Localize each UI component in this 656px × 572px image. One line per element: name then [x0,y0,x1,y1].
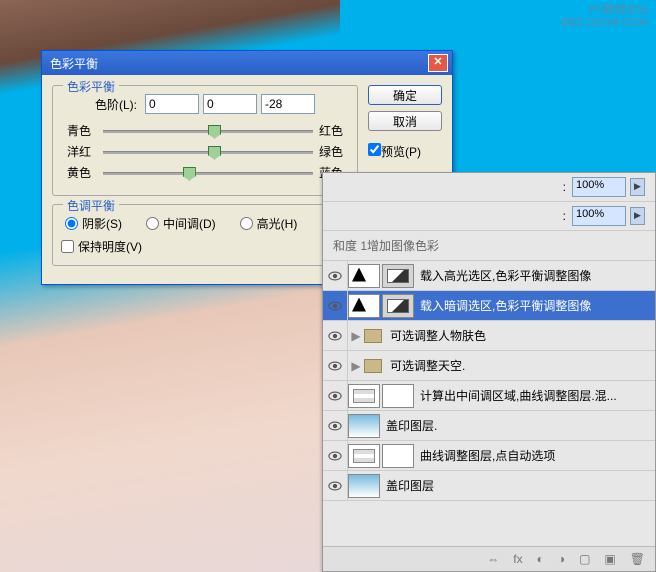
fx-icon[interactable]: fx [513,552,522,566]
level-label: 色阶(L): [95,96,137,113]
trash-icon[interactable]: 🗑 [630,552,645,566]
slider-yellow-blue[interactable] [103,166,313,180]
layer-thumb[interactable] [382,294,414,318]
dialog-title: 色彩平衡 [46,55,428,72]
close-icon[interactable]: ✕ [428,54,448,72]
layer-thumb[interactable] [348,444,380,468]
layer-name: 载入高光选区,色彩平衡调整图像 [416,267,655,284]
layer-row[interactable]: 载入高光选区,色彩平衡调整图像 [323,261,655,291]
chevron-right-icon[interactable]: ▶ [630,178,645,196]
opacity-field[interactable]: 100% [572,177,626,197]
layers-panel: : 100% ▶ : 100% ▶ 和度 1增加图像色彩 载入高光选区,色彩平衡… [322,172,656,572]
radio-shadows[interactable]: 阴影(S) [65,215,122,232]
label-red: 红色 [319,122,349,139]
watermark: PS教程论坛BBS.16XX8.COM [561,4,648,30]
layer-name: 盖印图层. [382,417,655,434]
group-label-tone: 色调平衡 [63,197,119,214]
visibility-icon[interactable] [323,441,348,470]
layer-row[interactable]: 载入暗调选区,色彩平衡调整图像 [323,291,655,321]
layer-mask-thumb[interactable] [348,264,380,288]
checkbox-preserve-luminosity[interactable]: 保持明度(V) [61,238,349,255]
label-yellow: 黄色 [61,164,91,181]
layers-bottom-bar: ⇔ fx ◐ ◑ ▢ ▣ 🗑 [323,546,655,571]
visibility-icon[interactable] [323,471,348,500]
visibility-icon[interactable] [323,261,348,290]
visibility-icon[interactable] [323,291,348,320]
layer-name: 曲线调整图层,点自动选项 [416,447,655,464]
layer-mask-thumb[interactable] [382,444,414,468]
cancel-button[interactable]: 取消 [368,111,442,131]
level-input-2[interactable] [261,94,315,114]
layer-row[interactable]: ▶ 可选调整天空. [323,351,655,381]
layer-name: 盖印图层 [382,477,655,494]
layer-name: 载入暗调选区,色彩平衡调整图像 [416,297,655,314]
link-icon[interactable]: ⇔ [487,552,499,566]
radio-midtones[interactable]: 中间调(D) [146,215,216,232]
dialog-titlebar[interactable]: 色彩平衡 ✕ [42,51,452,75]
layer-name: 计算出中间调区域,曲线调整图层.混... [416,387,655,404]
visibility-icon[interactable] [323,381,348,410]
label-magenta: 洋红 [61,143,91,160]
layer-thumb[interactable] [348,414,380,438]
visibility-icon[interactable] [323,351,348,380]
ok-button[interactable]: 确定 [368,85,442,105]
layer-thumb[interactable] [348,384,380,408]
layer-thumb[interactable] [348,474,380,498]
label-cyan: 青色 [61,122,91,139]
layer-row[interactable]: 盖印图层 [323,471,655,501]
tone-balance-group: 色调平衡 阴影(S) 中间调(D) 高光(H) 保持明度(V) [52,204,358,266]
visibility-icon[interactable] [323,321,348,350]
layer-thumb[interactable] [382,264,414,288]
slider-cyan-red[interactable] [103,124,313,138]
layer-row[interactable]: 盖印图层. [323,411,655,441]
new-layer-icon[interactable]: ▣ [604,552,615,566]
radio-highlights[interactable]: 高光(H) [240,215,298,232]
slider-magenta-green[interactable] [103,145,313,159]
level-input-1[interactable] [203,94,257,114]
color-balance-group: 色彩平衡 色阶(L): 青色 红色 洋红 绿色 [52,85,358,196]
expand-icon[interactable]: ▶ [348,359,364,373]
panel-subtext: 和度 1增加图像色彩 [333,237,645,254]
layer-row[interactable]: ▶ 可选调整人物肤色 [323,321,655,351]
group-label: 色彩平衡 [63,78,119,95]
adjustment-icon[interactable]: ◑ [558,552,565,566]
visibility-icon[interactable] [323,411,348,440]
layer-mask-thumb[interactable] [382,384,414,408]
level-input-0[interactable] [145,94,199,114]
folder-icon [364,359,382,373]
mask-icon[interactable]: ◐ [537,552,544,566]
label-green: 绿色 [319,143,349,160]
layer-row[interactable]: 曲线调整图层,点自动选项 [323,441,655,471]
layer-mask-thumb[interactable] [348,294,380,318]
checkbox-preview[interactable]: 预览(P) [368,143,421,160]
folder-icon[interactable]: ▢ [579,552,590,566]
chevron-right-icon[interactable]: ▶ [630,207,645,225]
folder-icon [364,329,382,343]
layer-row[interactable]: 计算出中间调区域,曲线调整图层.混... [323,381,655,411]
layer-name: 可选调整天空. [386,357,655,374]
fill-field[interactable]: 100% [572,206,626,226]
layer-list: 载入高光选区,色彩平衡调整图像载入暗调选区,色彩平衡调整图像▶可选调整人物肤色▶… [323,260,655,501]
expand-icon[interactable]: ▶ [348,329,364,343]
layer-name: 可选调整人物肤色 [386,327,655,344]
